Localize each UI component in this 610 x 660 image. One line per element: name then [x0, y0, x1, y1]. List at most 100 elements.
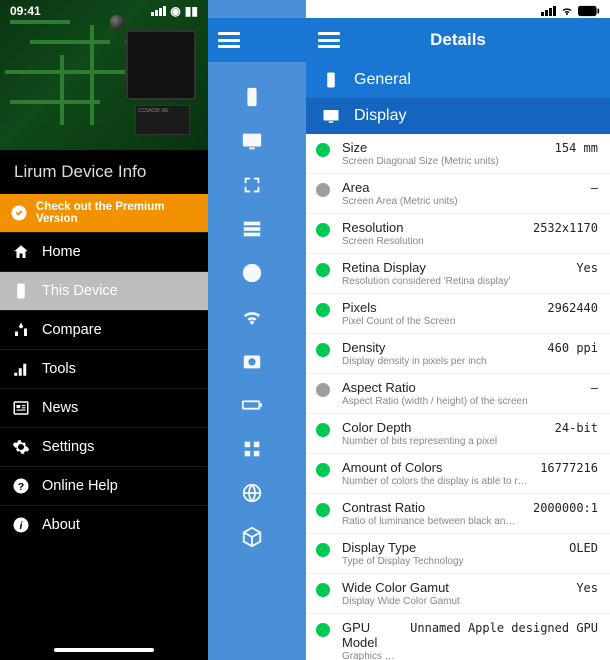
expand-icon[interactable]	[241, 174, 263, 196]
detail-row[interactable]: DensityDisplay density in pixels per inc…	[306, 334, 610, 374]
row-title: Color Depth	[342, 420, 543, 435]
row-title: Aspect Ratio	[342, 380, 579, 395]
menu-item-settings[interactable]: Settings	[0, 427, 208, 466]
row-title: Retina Display	[342, 260, 564, 275]
apps-icon[interactable]	[241, 438, 263, 460]
row-subtitle: Display Wide Color Gamut	[342, 596, 564, 607]
row-title: Size	[342, 140, 543, 155]
battery-icon[interactable]	[241, 394, 263, 416]
wifi-icon[interactable]	[241, 306, 263, 328]
signal-icon	[151, 6, 166, 16]
detail-list[interactable]: SizeScreen Diagonal Size (Metric units) 1…	[306, 134, 610, 660]
phone-icon	[322, 71, 340, 89]
storage-icon[interactable]	[241, 218, 263, 240]
phone-icon[interactable]	[241, 86, 263, 108]
right-panel: Details General Display SizeScreen Diago…	[306, 0, 610, 660]
menu-item-home[interactable]: Home	[0, 232, 208, 271]
row-subtitle: Screen Diagonal Size (Metric units)	[342, 156, 543, 167]
section-general[interactable]: General	[306, 62, 610, 98]
detail-row[interactable]: GPU ModelGraphics Processing UnitUnnamed…	[306, 614, 610, 660]
globe-icon[interactable]	[241, 482, 263, 504]
details-header: Details General Display	[306, 18, 610, 134]
tools-icon	[12, 360, 30, 378]
status-dot	[316, 423, 330, 437]
row-title: Display Type	[342, 540, 557, 555]
hamburger-icon[interactable]	[318, 32, 340, 48]
row-title: Area	[342, 180, 579, 195]
status-dot	[316, 303, 330, 317]
row-value: Yes	[576, 581, 598, 595]
detail-row[interactable]: ResolutionScreen Resolution2532x1170	[306, 214, 610, 254]
row-subtitle: Display density in pixels per inch	[342, 356, 535, 367]
menu-item-this-device[interactable]: This Device	[0, 271, 208, 310]
chart-icon[interactable]	[241, 262, 263, 284]
row-subtitle: Graphics Processing Unit	[342, 651, 398, 660]
chip-graphic-2: CC5A030 0IE	[135, 105, 190, 135]
detail-row[interactable]: Display TypeType of Display TechnologyOL…	[306, 534, 610, 574]
row-value: 154 mm	[555, 141, 598, 155]
detail-row[interactable]: Contrast RatioRatio of luminance between…	[306, 494, 610, 534]
detail-row[interactable]: Wide Color GamutDisplay Wide Color Gamut…	[306, 574, 610, 614]
detail-row[interactable]: Retina DisplayResolution considered 'Ret…	[306, 254, 610, 294]
detail-row[interactable]: Color DepthNumber of bits representing a…	[306, 414, 610, 454]
detail-row[interactable]: Aspect RatioAspect Ratio (width / height…	[306, 374, 610, 414]
menu-label: Tools	[42, 361, 76, 377]
section-display[interactable]: Display	[306, 98, 610, 134]
row-value: 2962440	[547, 301, 598, 315]
menu-item-about[interactable]: i About	[0, 505, 208, 544]
status-dot	[316, 343, 330, 357]
device-icon	[12, 282, 30, 300]
status-time: 09:41	[10, 4, 41, 18]
menu-item-news[interactable]: News	[0, 388, 208, 427]
status-dot	[316, 263, 330, 277]
info-icon: i	[12, 516, 30, 534]
battery-icon: ▮▮	[185, 4, 198, 18]
detail-row[interactable]: AreaScreen Area (Metric units) –	[306, 174, 610, 214]
detail-row[interactable]: Amount of ColorsNumber of colors the dis…	[306, 454, 610, 494]
detail-row[interactable]: SizeScreen Diagonal Size (Metric units) 1…	[306, 134, 610, 174]
row-title: Contrast Ratio	[342, 500, 521, 515]
display-icon[interactable]	[241, 130, 263, 152]
promo-banner[interactable]: Check out the Premium Version	[0, 194, 208, 232]
cube-icon[interactable]	[241, 526, 263, 548]
menu-label: Compare	[42, 322, 102, 338]
row-subtitle: Screen Area (Metric units)	[342, 196, 579, 207]
row-title: Wide Color Gamut	[342, 580, 564, 595]
menu-label: Settings	[42, 439, 94, 455]
row-subtitle: Number of colors the display is able to …	[342, 476, 528, 487]
row-title: Density	[342, 340, 535, 355]
check-circle-icon	[10, 204, 28, 222]
camera-icon[interactable]	[241, 350, 263, 372]
row-title: Resolution	[342, 220, 521, 235]
hamburger-icon[interactable]	[218, 32, 240, 48]
status-bar-right	[306, 0, 610, 18]
home-indicator[interactable]	[54, 648, 154, 652]
status-dot	[316, 583, 330, 597]
menu-item-tools[interactable]: Tools	[0, 349, 208, 388]
header-image: 09:41 ◉ ▮▮ CC5A030 0IE	[0, 0, 208, 150]
status-dot	[316, 223, 330, 237]
page-title: Details	[430, 30, 486, 50]
chip-graphic	[126, 30, 196, 100]
status-dot	[316, 143, 330, 157]
row-value: –	[591, 181, 598, 195]
row-subtitle: Pixel Count of the Screen	[342, 316, 535, 327]
help-icon: ?	[12, 477, 30, 495]
menu-label: This Device	[42, 283, 118, 299]
row-value: 24-bit	[555, 421, 598, 435]
menu-label: Home	[42, 244, 81, 260]
menu-item-online-help[interactable]: ? Online Help	[0, 466, 208, 505]
wifi-icon	[560, 5, 574, 17]
detail-row[interactable]: PixelsPixel Count of the Screen 2962440	[306, 294, 610, 334]
display-icon	[322, 107, 340, 125]
menu-item-compare[interactable]: Compare	[0, 310, 208, 349]
row-subtitle: Ratio of luminance between black and whi…	[342, 516, 521, 527]
promo-label: Check out the Premium Version	[36, 201, 198, 225]
compare-icon	[12, 321, 30, 339]
news-icon	[12, 399, 30, 417]
battery-icon	[578, 5, 600, 17]
row-title: Pixels	[342, 300, 535, 315]
row-subtitle: Number of bits representing a pixel	[342, 436, 543, 447]
status-dot	[316, 383, 330, 397]
row-value: 460 ppi	[547, 341, 598, 355]
